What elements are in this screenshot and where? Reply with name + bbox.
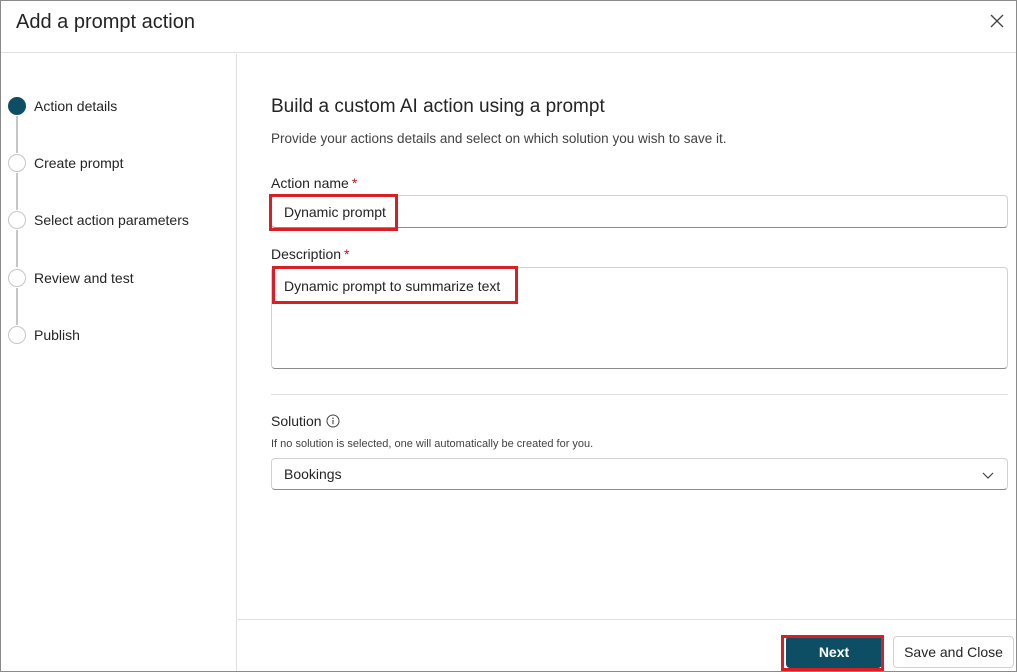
step-publish[interactable]: Publish — [8, 325, 233, 345]
step-indicator — [8, 269, 26, 287]
solution-dropdown[interactable]: Bookings — [271, 458, 1008, 490]
step-label: Create prompt — [34, 155, 124, 171]
save-and-close-button[interactable]: Save and Close — [893, 636, 1014, 668]
solution-label: Solution — [271, 413, 340, 429]
step-indicator — [8, 154, 26, 172]
section-divider — [271, 394, 1008, 395]
add-prompt-action-dialog: Add a prompt action Action details Creat… — [0, 0, 1017, 672]
next-button[interactable]: Next — [786, 636, 882, 668]
close-icon — [990, 14, 1004, 28]
dialog-footer: Next Save and Close — [238, 619, 1016, 671]
step-navigator: Action details Create prompt Select acti… — [1, 54, 237, 671]
chevron-down-icon — [982, 472, 994, 479]
close-button[interactable] — [987, 11, 1007, 31]
description-textarea[interactable]: Dynamic prompt to summarize text — [271, 267, 1008, 369]
step-review-and-test[interactable]: Review and test — [8, 268, 233, 325]
action-name-input[interactable]: Dynamic prompt — [271, 195, 1008, 228]
form-heading: Build a custom AI action using a prompt — [271, 96, 605, 117]
action-name-value: Dynamic prompt — [284, 204, 386, 220]
required-marker: * — [351, 175, 358, 191]
info-icon[interactable] — [326, 414, 340, 428]
required-marker: * — [344, 246, 350, 262]
step-label: Select action parameters — [34, 212, 189, 228]
step-connector — [16, 230, 18, 267]
description-label: Description * — [271, 246, 350, 262]
dialog-title: Add a prompt action — [16, 11, 195, 33]
step-connector — [16, 116, 18, 153]
description-value: Dynamic prompt to summarize text — [284, 278, 501, 294]
step-connector — [16, 173, 18, 210]
form-subtext: Provide your actions details and select … — [271, 131, 727, 146]
step-indicator — [8, 326, 26, 344]
step-select-action-parameters[interactable]: Select action parameters — [8, 210, 233, 267]
step-indicator — [8, 211, 26, 229]
step-action-details[interactable]: Action details — [8, 96, 233, 153]
step-label: Action details — [34, 98, 118, 114]
action-name-label: Action name * — [271, 175, 358, 191]
solution-hint: If no solution is selected, one will aut… — [271, 438, 594, 450]
step-indicator-active — [8, 97, 26, 115]
step-connector — [16, 288, 18, 325]
solution-selected-value: Bookings — [284, 466, 342, 482]
step-create-prompt[interactable]: Create prompt — [8, 153, 233, 210]
dialog-header: Add a prompt action — [1, 1, 1016, 53]
step-label: Review and test — [34, 270, 134, 286]
step-label: Publish — [34, 327, 80, 343]
